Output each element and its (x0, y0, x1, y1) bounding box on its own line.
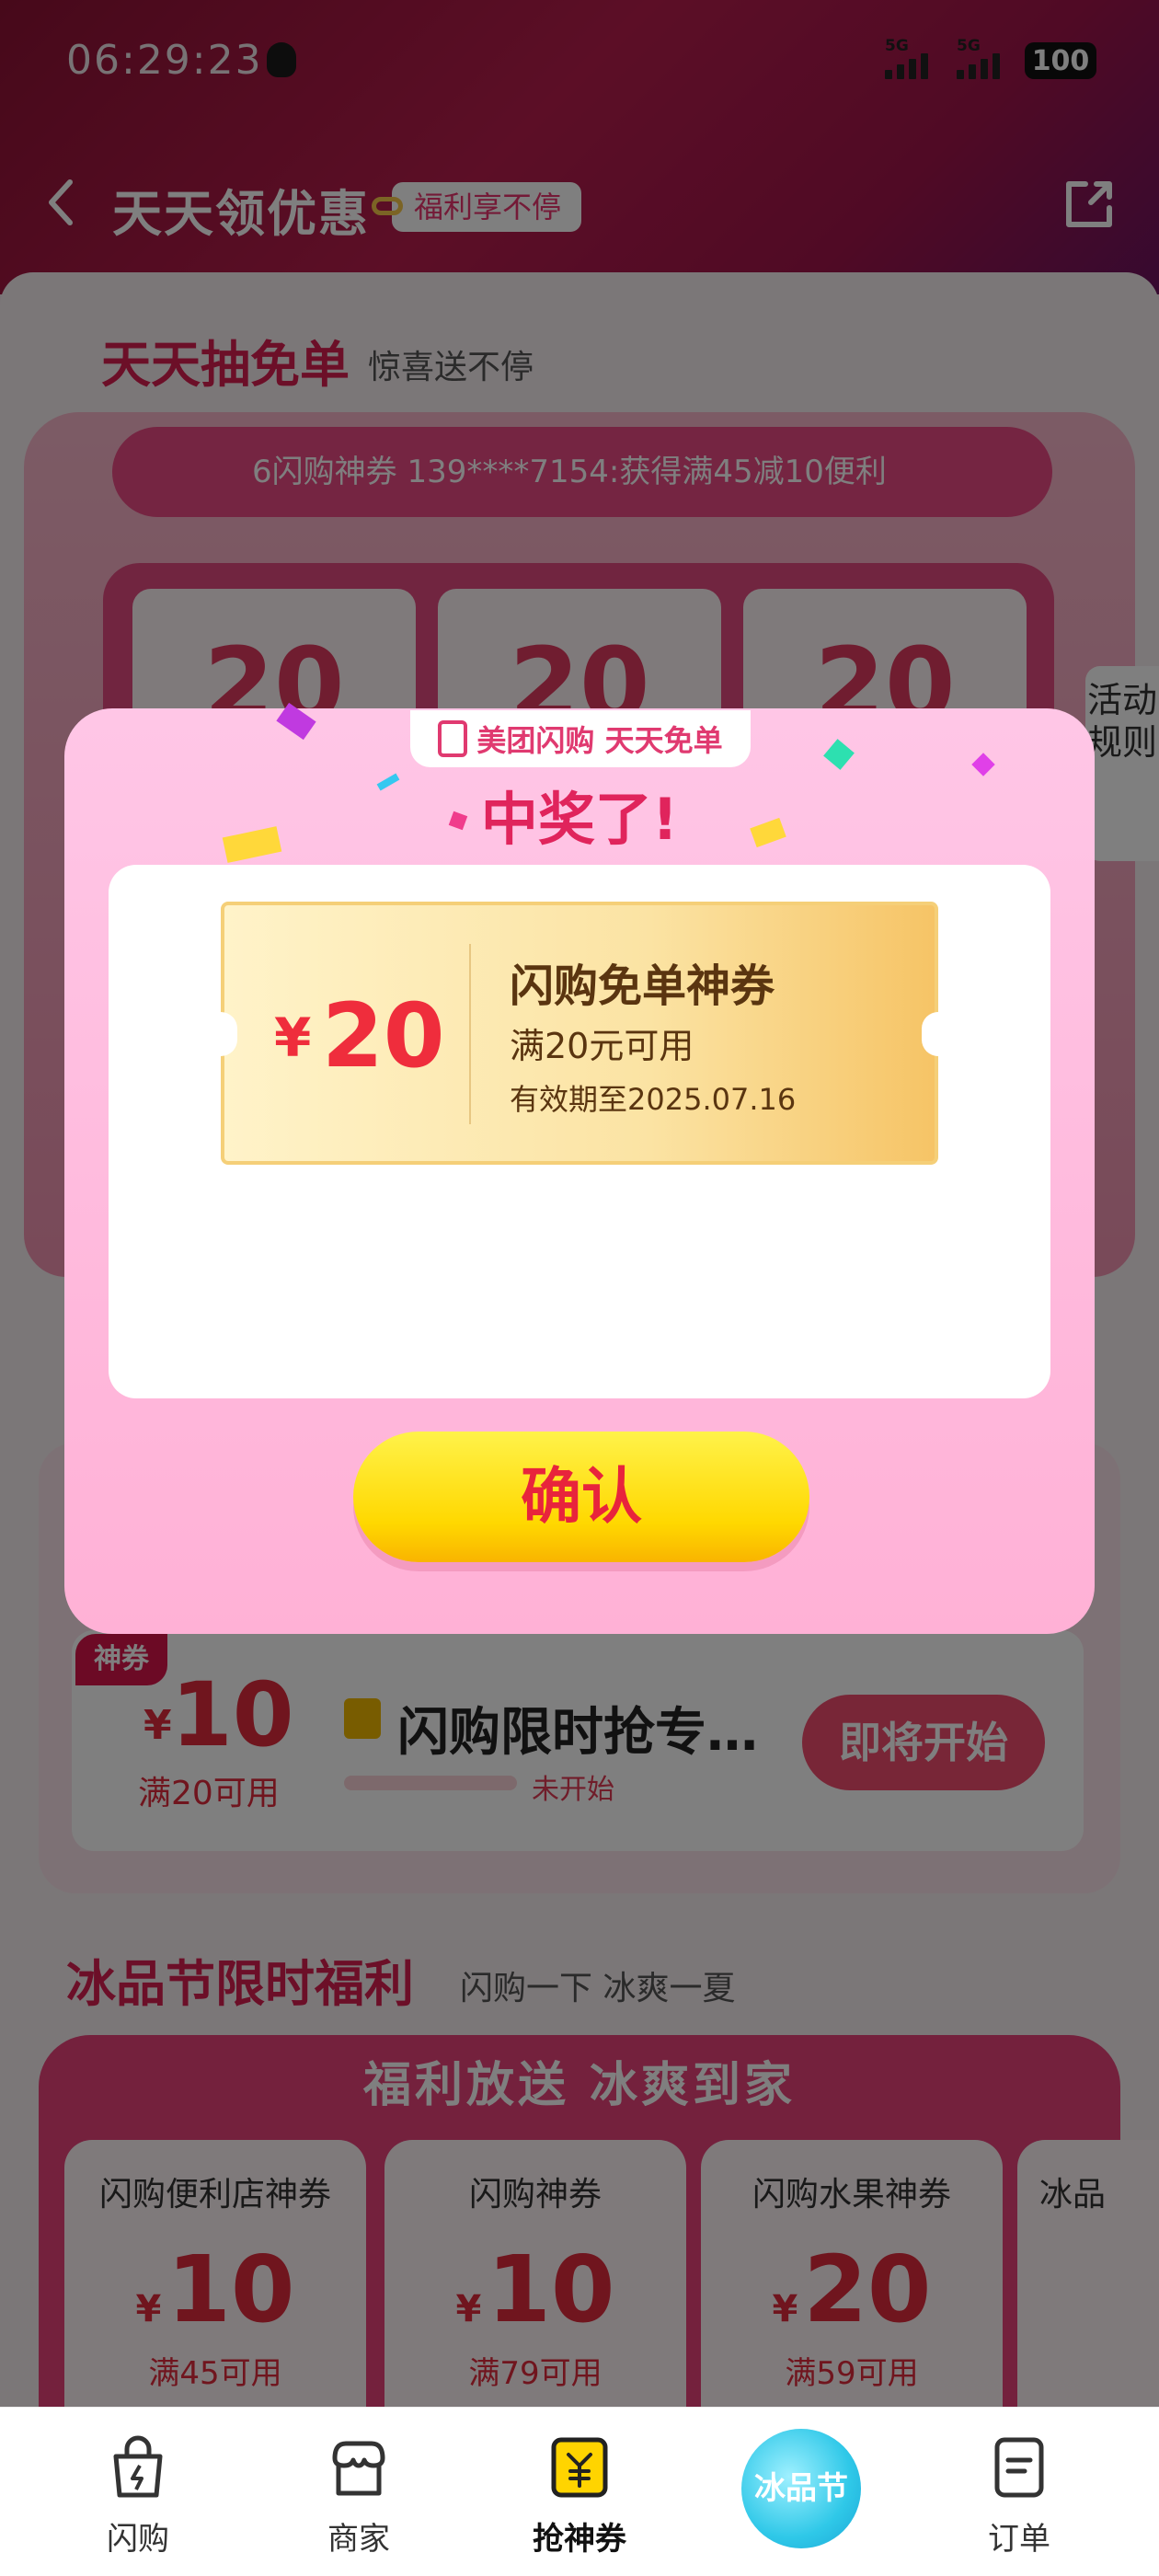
shopping-bag-icon (113, 2435, 163, 2498)
tab-merchants[interactable]: 商家 (285, 2434, 432, 2559)
store-icon (332, 2441, 385, 2496)
coupon-icon (551, 2437, 608, 2498)
coupon-condition: 满20元可用 (510, 1026, 694, 1066)
coupon-divider (469, 944, 471, 1124)
tab-grab-coupons[interactable]: 抢神券 (506, 2434, 653, 2559)
modal-header-badge: 美团闪购 天天免单 (410, 710, 751, 767)
shopping-bag-icon (438, 720, 468, 757)
tab-flash-purchase[interactable]: 闪购 (64, 2434, 212, 2559)
tab-ice-festival[interactable]: 冰品节 (741, 2429, 861, 2548)
order-icon (994, 2437, 1044, 2498)
modal-title: 中奖了! (480, 786, 679, 853)
coupon-amount: 20 (322, 984, 445, 1087)
coupon-currency: ¥ (274, 1006, 312, 1069)
confirm-button[interactable]: 确认 (353, 1432, 809, 1562)
coupon-notch (922, 1012, 955, 1056)
coupon-title: 闪购免单神券 (510, 960, 775, 1012)
coupon-notch (204, 1012, 237, 1056)
tab-orders[interactable]: 订单 (946, 2434, 1093, 2559)
coupon-expiry: 有效期至2025.07.16 (510, 1082, 797, 1117)
